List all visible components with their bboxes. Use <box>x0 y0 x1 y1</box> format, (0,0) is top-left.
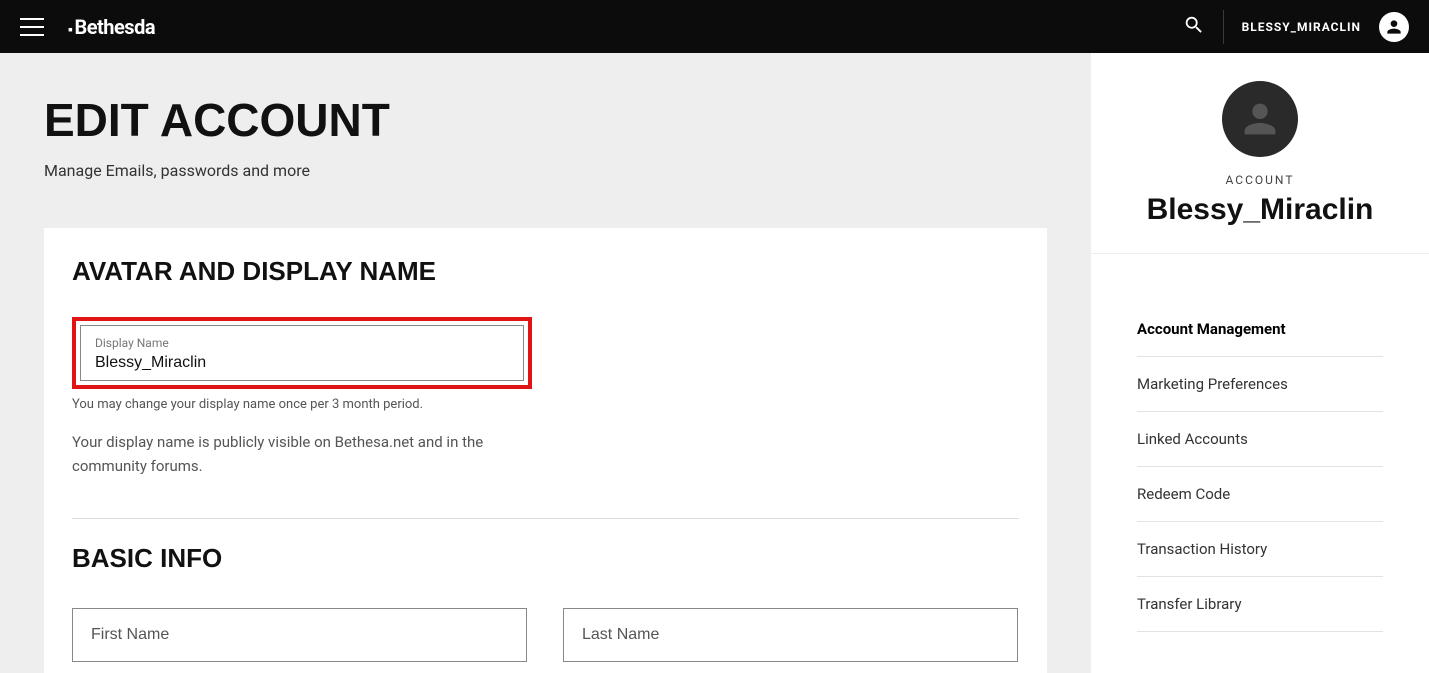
header-divider <box>1223 10 1224 44</box>
section-divider <box>72 518 1019 519</box>
sidebar-item-account-management[interactable]: Account Management <box>1137 302 1383 357</box>
sidebar-avatar-icon <box>1222 81 1298 157</box>
sidebar-nav: Account Management Marketing Preferences… <box>1091 254 1429 632</box>
display-name-hint-1: You may change your display name once pe… <box>72 397 1019 412</box>
menu-icon[interactable] <box>20 18 44 36</box>
display-name-label: Display Name <box>95 336 509 350</box>
last-name-input[interactable] <box>563 608 1018 662</box>
search-icon[interactable] <box>1183 14 1205 40</box>
sidebar-item-transaction-history[interactable]: Transaction History <box>1137 522 1383 577</box>
top-header: Bethesda BLESSY_MIRACLIN <box>0 0 1429 53</box>
sidebar-item-linked-accounts[interactable]: Linked Accounts <box>1137 412 1383 467</box>
first-name-input[interactable] <box>72 608 527 662</box>
display-name-hint-2: Your display name is publicly visible on… <box>72 430 552 478</box>
header-username[interactable]: BLESSY_MIRACLIN <box>1242 20 1361 34</box>
section-avatar-title: AVATAR AND DISPLAY NAME <box>72 256 1019 287</box>
page-title: EDIT ACCOUNT <box>44 93 1047 147</box>
brand-logo[interactable]: Bethesda <box>68 15 155 39</box>
display-name-highlight: Display Name <box>72 317 532 389</box>
page-subtitle: Manage Emails, passwords and more <box>44 161 1047 180</box>
sidebar-account-label: ACCOUNT <box>1091 173 1429 187</box>
header-avatar-icon[interactable] <box>1379 12 1409 42</box>
sidebar-username: Blessy_Miraclin <box>1091 193 1429 227</box>
sidebar-item-transfer-library[interactable]: Transfer Library <box>1137 577 1383 632</box>
account-sidebar: ACCOUNT Blessy_Miraclin Account Manageme… <box>1091 53 1429 673</box>
sidebar-item-marketing-preferences[interactable]: Marketing Preferences <box>1137 357 1383 412</box>
sidebar-item-redeem-code[interactable]: Redeem Code <box>1137 467 1383 522</box>
display-name-input[interactable] <box>95 354 509 372</box>
account-card: AVATAR AND DISPLAY NAME Display Name You… <box>44 228 1047 673</box>
main-content: EDIT ACCOUNT Manage Emails, passwords an… <box>0 53 1091 673</box>
section-basic-info-title: BASIC INFO <box>72 543 1019 574</box>
